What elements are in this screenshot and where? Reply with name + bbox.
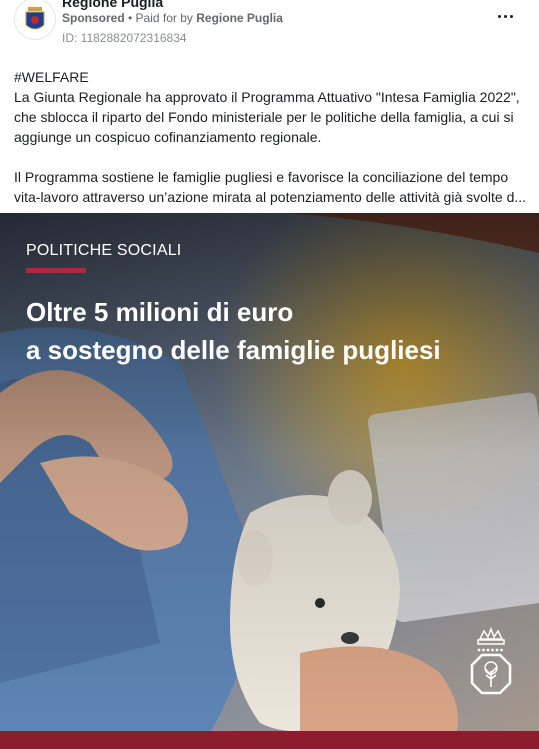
payer-name[interactable]: Regione Puglia <box>196 11 283 25</box>
ad-headline: Oltre 5 milioni di euro a sostegno delle… <box>26 293 526 369</box>
headline-line-1: Oltre 5 milioni di euro <box>26 297 294 327</box>
sponsored-meta: Sponsored • Paid for by Regione Puglia <box>62 11 283 25</box>
post-header: Regione Puglia Sponsored • Paid for by R… <box>0 0 539 62</box>
post-body: #WELFARE La Giunta Regionale ha approvat… <box>14 67 529 207</box>
paid-for-prefix: Paid for by <box>135 11 197 25</box>
post-paragraph-1: La Giunta Regionale ha approvato il Prog… <box>14 89 520 145</box>
regione-puglia-logo-icon <box>25 7 45 30</box>
ad-creative-image[interactable]: POLITICHE SOCIALI Oltre 5 milioni di eur… <box>0 213 539 749</box>
post-paragraph-2-line-2[interactable]: vita-lavoro attraverso un’azione mirata … <box>14 187 529 207</box>
regione-emblem-icon <box>470 626 512 695</box>
page-name-link[interactable]: Regione Puglia <box>62 0 163 10</box>
ad-id: ID: 1182882072316834 <box>62 31 187 45</box>
meta-separator: • <box>124 11 136 25</box>
category-tag: POLITICHE SOCIALI <box>26 242 182 259</box>
post-paragraph-2-line-1: Il Programma sostiene le famiglie puglie… <box>14 169 509 185</box>
more-options-button[interactable] <box>493 6 517 26</box>
page-avatar[interactable] <box>14 0 56 40</box>
sponsored-label: Sponsored <box>62 11 125 25</box>
bottom-accent-bar <box>0 731 539 749</box>
hashtag-link[interactable]: #WELFARE <box>14 67 529 87</box>
tag-underline <box>26 268 86 273</box>
headline-line-2: a sostegno delle famiglie pugliesi <box>26 335 441 365</box>
more-horizontal-icon <box>496 14 514 18</box>
